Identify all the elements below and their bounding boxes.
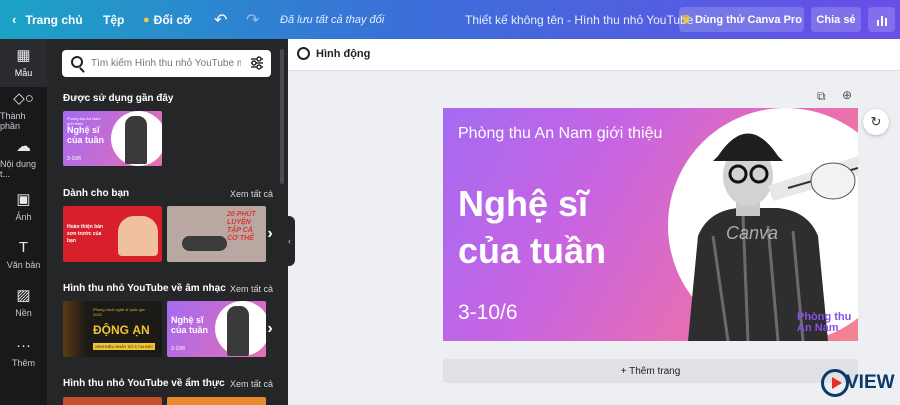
rail-item-templates[interactable]: ▦ Mẫu: [0, 39, 47, 87]
duplicate-page-icon[interactable]: ⧉: [817, 89, 826, 104]
animate-label: Hình động: [316, 47, 371, 60]
person-photo: [118, 216, 158, 256]
see-all-link[interactable]: Xem tất cả: [230, 379, 273, 389]
rail-label: Thành phần: [0, 111, 26, 131]
top-bar: ‹ Trang chủ Tệp ● Đổi cỡ ↶ ↷ Đã lưu tất …: [0, 0, 900, 39]
template-icon: ▦: [16, 47, 31, 64]
chevron-left-icon: ‹: [12, 12, 17, 27]
templates-panel: Được sử dụng gần đây Phòng thu An Nam gi…: [47, 39, 288, 405]
crown-icon: ♛: [681, 14, 691, 26]
chevron-right-icon[interactable]: ›: [261, 320, 279, 338]
thumb-date: 3-10/6: [67, 156, 82, 162]
chevron-right-icon[interactable]: ›: [261, 225, 279, 243]
search-box[interactable]: [62, 50, 271, 77]
undo-icon[interactable]: ↶: [214, 0, 227, 39]
collapse-panel-button[interactable]: ‹: [288, 216, 295, 266]
play-icon: [821, 369, 849, 397]
rail-label: Mẫu: [14, 68, 33, 78]
rail-item-text[interactable]: T Văn bản: [0, 231, 47, 279]
section-title-music: Hình thu nhỏ YouTube về âm nhạc: [63, 283, 226, 294]
insights-icon[interactable]: [868, 7, 895, 32]
section-title-recent: Được sử dụng gần đây: [63, 93, 174, 104]
try-pro-label: Dùng thử Canva Pro: [694, 13, 802, 26]
rail-label: Ảnh: [15, 212, 32, 222]
photo-icon: ▣: [16, 191, 31, 208]
rail-label: Nền: [15, 308, 32, 318]
view-logo-text: VIEW: [846, 372, 895, 393]
canvas-brand[interactable]: Phòng thu An Nam: [797, 312, 857, 334]
upload-icon: ☁: [16, 138, 31, 155]
rail-label: Thêm: [11, 358, 35, 368]
section-title-for-you: Dành cho bạn: [63, 188, 130, 199]
thumb-text: 20 PHÚT LUYỆN TẬP CẢ CƠ THỂ: [227, 211, 256, 242]
thumb-small-text: Phong cách nghệ sĩ quốc gia 2020: [93, 307, 145, 317]
person-photo: [182, 236, 227, 251]
template-thumb-music-1[interactable]: Phong cách nghệ sĩ quốc gia 2020 ĐỘNG ẠN…: [63, 301, 162, 357]
resize-button[interactable]: ● Đổi cỡ: [143, 0, 192, 39]
file-menu[interactable]: Tệp: [103, 0, 124, 39]
thumb-text: ĐỘNG ẠN: [93, 323, 150, 337]
canva-watermark: Canva: [726, 223, 779, 243]
home-label: Trang chủ: [25, 12, 83, 27]
side-rail: ▦ Mẫu ◇○ Thành phần ☁ Nội dung t... ▣ Ản…: [0, 39, 47, 405]
canvas-headline[interactable]: Nghệ sĩ của tuần: [458, 180, 658, 274]
animate-button[interactable]: Hình động: [297, 47, 370, 60]
redo-icon[interactable]: ↷: [246, 0, 259, 39]
animate-icon: [297, 47, 310, 60]
add-page-icon[interactable]: ⊕: [842, 88, 852, 102]
rail-item-uploads[interactable]: ☁ Nội dung t...: [0, 135, 47, 183]
home-button[interactable]: ‹ Trang chủ: [12, 0, 83, 39]
file-label: Tệp: [103, 12, 125, 27]
design-canvas[interactable]: Phòng thu An Nam giới thiệu Nghệ sĩ của …: [443, 108, 858, 341]
artist-photo: [125, 116, 147, 164]
template-thumb-for-you-2[interactable]: 20 PHÚT LUYỆN TẬP CẢ CƠ THỂ: [167, 206, 266, 262]
template-thumb-music-2[interactable]: Nghệ sĩ của tuần 3-10/6: [167, 301, 266, 357]
save-status: Đã lưu tất cả thay đổi: [280, 13, 385, 26]
rail-item-background[interactable]: ▨ Nền: [0, 279, 47, 327]
thumb-text: Nghệ sĩ của tuần: [171, 315, 209, 335]
crown-icon: ●: [143, 13, 150, 26]
text-icon: T: [18, 239, 29, 256]
rail-label: Nội dung t...: [0, 159, 37, 179]
template-thumb-for-you-1[interactable]: Hoàn thiện bản sơn trước của bạn: [63, 206, 162, 262]
editor-toolbar: Hình động: [288, 39, 900, 71]
thumb-decor: [63, 301, 87, 357]
add-page-label: + Thêm trang: [620, 365, 681, 377]
elements-icon: ◇○: [13, 90, 34, 107]
artist-photo: [227, 306, 249, 356]
thumb-text: Nghệ sĩ của tuần: [67, 125, 105, 145]
see-all-link[interactable]: Xem tất cả: [230, 189, 273, 199]
more-icon: ···: [16, 337, 31, 354]
see-all-link[interactable]: Xem tất cả: [230, 284, 273, 294]
thumb-tag: XEM ĐIỆU NHẢY SỐ 5 TẠI ĐÂY: [93, 343, 156, 350]
canvas-subtitle[interactable]: Phòng thu An Nam giới thiệu: [458, 125, 662, 142]
rail-label: Văn bản: [6, 260, 41, 270]
resize-label: Đổi cỡ: [153, 12, 192, 27]
template-thumb-recent[interactable]: Phòng thu An Nam giới thiệu Nghệ sĩ của …: [63, 111, 162, 166]
chevron-left-icon: ‹: [288, 236, 291, 246]
thumb-text: Hoàn thiện bản sơn trước của bạn: [67, 224, 104, 244]
template-thumb-food-2[interactable]: [167, 397, 266, 405]
try-pro-button[interactable]: ♛ Dùng thử Canva Pro: [679, 7, 804, 32]
share-label: Chia sẻ: [816, 13, 856, 26]
thumb-date: 3-10/6: [171, 346, 186, 352]
search-icon: [71, 56, 83, 68]
refresh-icon[interactable]: ↻: [863, 109, 889, 135]
template-thumb-food-1[interactable]: [63, 397, 162, 405]
view-logo: VIEW: [821, 369, 895, 397]
background-icon: ▨: [16, 287, 31, 304]
share-button[interactable]: Chia sẻ: [811, 7, 861, 32]
search-input[interactable]: [91, 50, 241, 77]
panel-scrollbar[interactable]: [280, 49, 284, 184]
canvas-date[interactable]: 3-10/6: [458, 301, 518, 325]
section-title-food: Hình thu nhỏ YouTube về ẩm thực: [63, 378, 225, 389]
filter-icon[interactable]: [250, 56, 264, 70]
document-title[interactable]: Thiết kế không tên - Hình thu nhỏ YouTub…: [465, 0, 693, 39]
rail-item-more[interactable]: ··· Thêm: [0, 329, 47, 377]
rail-item-photos[interactable]: ▣ Ảnh: [0, 183, 47, 231]
rail-item-elements[interactable]: ◇○ Thành phần: [0, 87, 47, 135]
add-page-button[interactable]: + Thêm trang: [443, 359, 858, 383]
